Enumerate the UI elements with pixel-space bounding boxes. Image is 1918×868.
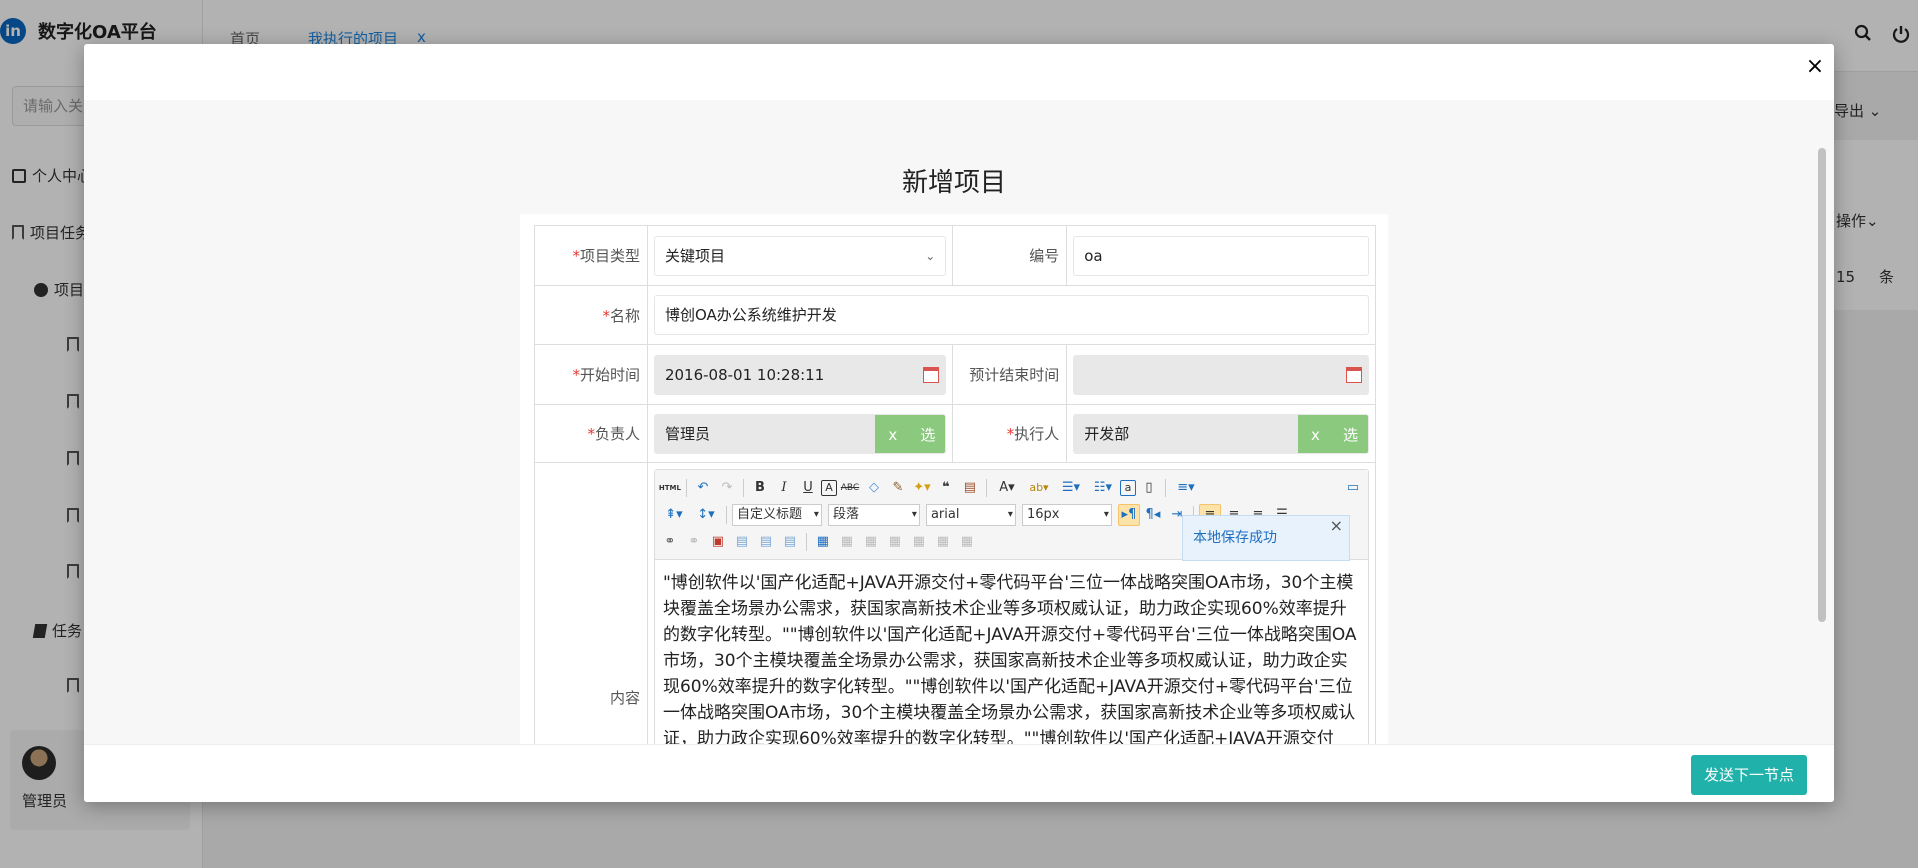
select-all-icon[interactable]: a <box>1119 479 1136 496</box>
end-time-field[interactable] <box>1073 354 1369 395</box>
row-spacing-top-icon[interactable]: ⇞▾ <box>659 504 689 526</box>
code-label: 编号 <box>952 225 1068 286</box>
end-label: 预计结束时间 <box>952 344 1068 405</box>
close-icon[interactable]: × <box>1804 56 1826 78</box>
start-label: *开始时间 <box>534 344 648 405</box>
link-icon[interactable]: ⚭ <box>659 531 681 553</box>
project-type-select[interactable]: 关键项目 ⌄ <box>653 235 947 276</box>
bold-icon[interactable]: B <box>749 477 771 499</box>
start-time-value: 2016-08-01 10:28:11 <box>664 365 825 384</box>
add-project-modal: × 新增项目 *项目类型 关键项目 ⌄ 编号 oa *名称 博创OA办公系统维护… <box>84 44 1834 802</box>
toast-close-icon[interactable]: × <box>1330 504 1343 548</box>
executor-field[interactable]: 开发部 x 选 <box>1073 413 1369 454</box>
line-height-icon[interactable]: ↕▾ <box>691 504 721 526</box>
heading-select[interactable]: 自定义标题 <box>731 503 822 526</box>
delete-row-icon[interactable]: ▦ <box>884 531 906 553</box>
strikethrough-icon[interactable]: ABC <box>839 477 861 499</box>
clear-doc-icon[interactable]: ▯ <box>1138 477 1160 499</box>
html-source-icon[interactable]: HTML <box>659 477 681 499</box>
form-title: 新增项目 <box>901 168 1006 198</box>
fullscreen-icon[interactable]: ▭ <box>1342 477 1364 499</box>
font-border-icon[interactable]: A <box>820 479 837 496</box>
unlink-icon[interactable]: ⚭ <box>683 531 705 553</box>
save-toast: 本地保存成功 × <box>1182 515 1350 561</box>
chevron-down-icon: ⌄ <box>925 248 936 263</box>
rtl-icon[interactable]: ¶◂ <box>1142 504 1164 526</box>
executor-clear-button[interactable]: x <box>1298 414 1333 453</box>
content-label: 内容 <box>534 462 648 744</box>
delete-col-icon[interactable]: ▦ <box>932 531 954 553</box>
calendar-icon[interactable] <box>923 366 940 383</box>
redo-icon[interactable]: ↷ <box>716 477 738 499</box>
owner-label: *负责人 <box>534 404 648 463</box>
image-center-icon[interactable]: ▤ <box>755 531 777 553</box>
underline-icon[interactable]: U <box>797 477 819 499</box>
send-next-node-button[interactable]: 发送下一节点 <box>1691 755 1807 795</box>
unordered-list-icon[interactable]: ☷▾ <box>1088 477 1118 499</box>
executor-pick-button[interactable]: 选 <box>1333 414 1368 453</box>
scrollbar[interactable] <box>1818 148 1826 622</box>
owner-pick-button[interactable]: 选 <box>910 414 946 453</box>
project-type-value: 关键项目 <box>664 246 725 265</box>
font-color-icon[interactable]: A▾ <box>992 477 1022 499</box>
merge-cells-icon[interactable]: ▦ <box>956 531 978 553</box>
font-size-select[interactable]: 16px <box>1021 503 1112 526</box>
insert-row-icon[interactable]: ▦ <box>860 531 882 553</box>
executor-label: *执行人 <box>952 404 1068 463</box>
editor-content[interactable]: "博创软件以'国产化适配+JAVA开源交付+零代码平台'三位一体战略突围OA市场… <box>655 560 1368 744</box>
insert-col-icon[interactable]: ▦ <box>908 531 930 553</box>
owner-field[interactable]: 管理员 x 选 <box>653 413 947 454</box>
name-label: *名称 <box>534 285 648 345</box>
insert-table-icon[interactable]: ▦ <box>812 531 834 553</box>
type-label: *项目类型 <box>534 225 648 286</box>
font-family-select[interactable]: arial <box>925 503 1016 526</box>
start-time-field[interactable]: 2016-08-01 10:28:11 <box>653 354 947 395</box>
italic-icon[interactable]: I <box>773 477 795 499</box>
row-spacing-icon[interactable]: ≡▾ <box>1171 477 1201 499</box>
image-left-icon[interactable]: ▤ <box>731 531 753 553</box>
delete-table-icon[interactable]: ▦ <box>836 531 858 553</box>
toast-text: 本地保存成功 <box>1193 530 1277 546</box>
format-brush-icon[interactable]: ✎ <box>887 477 909 499</box>
rich-text-editor: HTML ↶ ↷ B I U A ABC ◇ ✎ ✦▾ ❝ ▤ A▾ ab▾ ☰… <box>653 469 1369 744</box>
owner-value: 管理员 <box>664 424 710 443</box>
paste-plain-icon[interactable]: ▤ <box>959 477 981 499</box>
executor-value: 开发部 <box>1084 424 1130 443</box>
name-field[interactable]: 博创OA办公系统维护开发 <box>653 295 1369 335</box>
image-right-icon[interactable]: ▤ <box>779 531 801 553</box>
eraser-icon[interactable]: ◇ <box>863 477 885 499</box>
calendar-icon[interactable] <box>1346 366 1362 383</box>
blockquote-icon[interactable]: ❝ <box>935 477 957 499</box>
auto-format-icon[interactable]: ✦▾ <box>911 477 933 499</box>
ltr-icon[interactable]: ▸¶ <box>1117 503 1140 526</box>
project-form: *项目类型 关键项目 ⌄ 编号 oa *名称 博创OA办公系统维护开发 *开始时… <box>534 225 1377 744</box>
undo-icon[interactable]: ↶ <box>692 477 714 499</box>
paragraph-select[interactable]: 段落 <box>827 503 920 526</box>
owner-clear-button[interactable]: x <box>875 414 911 453</box>
code-field[interactable]: oa <box>1073 235 1369 276</box>
modal-footer: 发送下一节点 <box>84 744 1834 802</box>
highlight-color-icon[interactable]: ab▾ <box>1024 477 1054 499</box>
ordered-list-icon[interactable]: ☰▾ <box>1056 477 1086 499</box>
image-icon[interactable]: ▣ <box>707 531 729 553</box>
modal-body: 新增项目 *项目类型 关键项目 ⌄ 编号 oa *名称 博创OA办公系统维护开发… <box>84 100 1834 744</box>
